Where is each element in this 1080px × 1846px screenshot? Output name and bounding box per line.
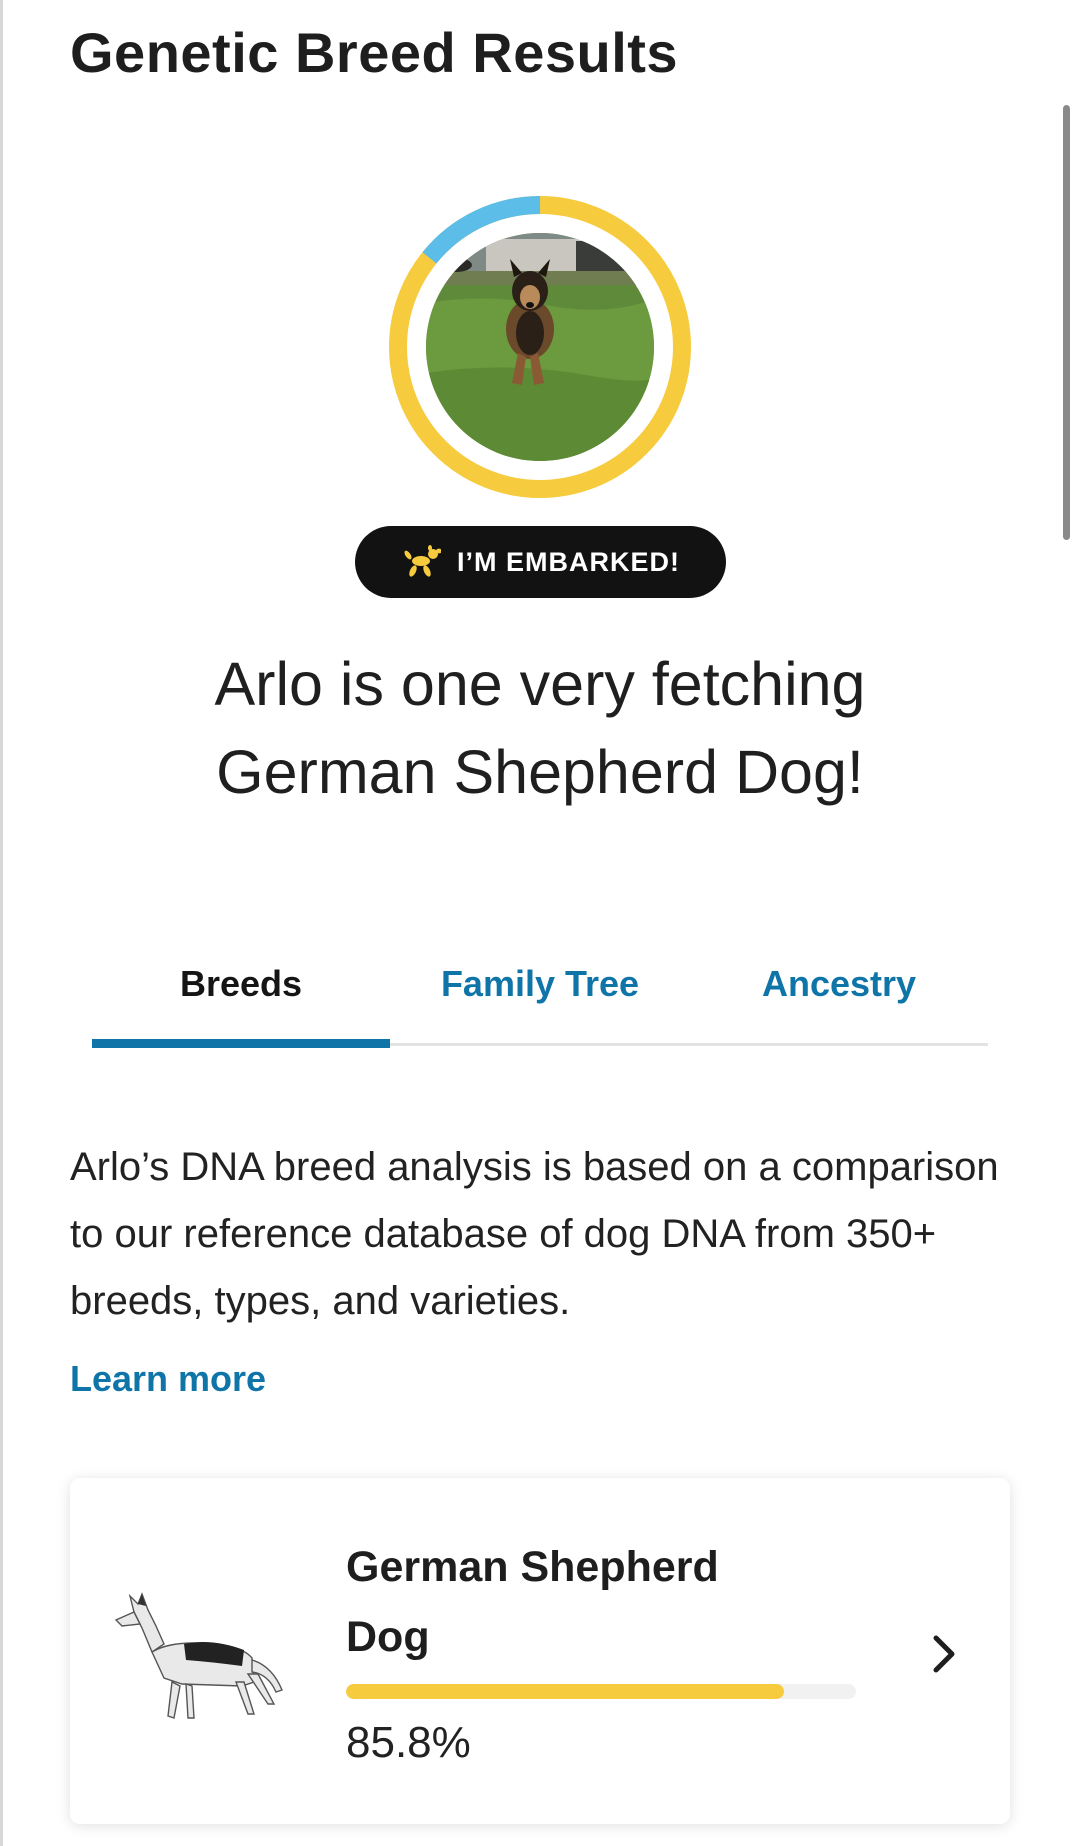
embarked-badge: I’M EMBARKED!	[355, 526, 726, 598]
breed-percent-bar-fill	[346, 1684, 784, 1699]
german-shepherd-illustration	[114, 1592, 283, 1719]
balloon-dog-icon	[404, 545, 441, 577]
tab-family-tree[interactable]: Family Tree	[391, 958, 689, 1046]
page-edge	[0, 0, 3, 1846]
breed-result-card[interactable]: German Shepherd Dog 85.8%	[70, 1478, 1010, 1824]
headline-line-1: Arlo is one very fetching	[214, 650, 866, 718]
active-tab-indicator	[92, 1039, 390, 1048]
tab-ancestry[interactable]: Ancestry	[690, 958, 988, 1046]
dog-photo	[426, 233, 654, 461]
breed-percent-bar	[346, 1684, 856, 1699]
breed-analysis-description: Arlo’s DNA breed analysis is based on a …	[70, 1145, 999, 1323]
results-tabs: Breeds Family Tree Ancestry	[92, 958, 988, 1048]
learn-more-link[interactable]: Learn more	[70, 1358, 266, 1400]
chevron-right-icon[interactable]	[926, 1630, 962, 1678]
tab-breeds[interactable]: Breeds	[92, 958, 390, 1046]
breed-name: German Shepherd Dog	[346, 1543, 719, 1661]
scrollbar[interactable]	[1063, 105, 1070, 540]
page-title: Genetic Breed Results	[70, 21, 679, 84]
breed-percent-label: 85.8%	[346, 1718, 471, 1767]
headline: Arlo is one very fetching German Shepher…	[90, 640, 990, 816]
badge-label: I’M EMBARKED!	[457, 546, 680, 577]
headline-line-2: German Shepherd Dog!	[216, 738, 864, 806]
